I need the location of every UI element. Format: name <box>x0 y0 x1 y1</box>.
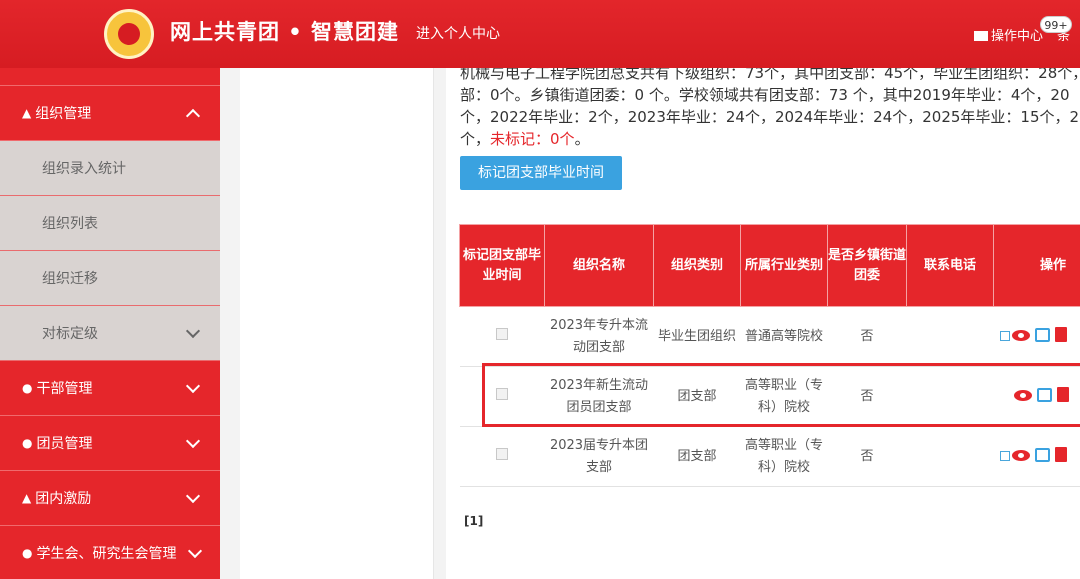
highlight-box <box>482 363 1080 427</box>
notification-badge: 99+ <box>1040 16 1072 33</box>
summary-suffix: 。 <box>574 130 590 148</box>
delete-trash-icon[interactable] <box>1054 326 1067 342</box>
cell-org-name: 2023届专升本团支部 <box>544 426 654 487</box>
org-tree-icon: ▲ <box>22 106 32 120</box>
col-header-graduation-mark: 标记团支部毕业时间 <box>459 224 545 307</box>
chevron-down-icon <box>185 323 201 339</box>
personal-center-link[interactable]: 进入个人中心 <box>416 23 500 43</box>
delete-trash-icon[interactable] <box>1054 446 1067 462</box>
users-icon: ● <box>22 546 33 560</box>
col-header-org-category: 组织类别 <box>653 224 741 307</box>
sidebar-item-label: 干部管理 <box>36 381 93 397</box>
sidebar-item-label: 学生会、研究生会管理 <box>36 546 177 562</box>
ops-center-label: 操作中心 <box>991 29 1044 44</box>
mail-icon <box>974 31 988 41</box>
row-checkbox[interactable] <box>496 447 508 460</box>
sidebar-subitem-label: 组织迁移 <box>42 271 98 287</box>
org-table: 标记团支部毕业时间 组织名称 组织类别 所属行业类别 是否乡镇街道团委 联系电话… <box>459 224 1080 487</box>
org-summary: 机械与电子工程学院团总支共有下级组织：73个，其中团支部：45个，毕业生团组织：… <box>460 68 1080 150</box>
chevron-up-icon <box>185 108 201 124</box>
summary-prefix: 个， <box>460 130 491 148</box>
middle-panel <box>240 68 434 579</box>
cell-township: 否 <box>827 426 907 487</box>
table-header-row: 标记团支部毕业时间 组织名称 组织类别 所属行业类别 是否乡镇街道团委 联系电话… <box>459 224 1080 307</box>
sidebar-item-student-union[interactable]: ● 学生会、研究生会管理 <box>0 526 220 579</box>
sidebar-subitem-org-entry-stats[interactable]: 组织录入统计 <box>0 141 220 196</box>
calendar-icon[interactable] <box>999 330 1010 341</box>
summary-line: 个，未标记：0个。 <box>460 128 1080 150</box>
col-header-township: 是否乡镇街道团委 <box>827 224 907 307</box>
users-icon: ● <box>22 436 33 450</box>
chevron-down-icon <box>187 543 203 559</box>
sidebar-subitem-benchmark-grading[interactable]: 对标定级 <box>0 306 220 361</box>
cell-actions <box>993 306 1080 367</box>
sidebar-item-org-management[interactable]: ▲ 组织管理 <box>0 86 220 141</box>
cell-org-category: 团支部 <box>653 426 741 487</box>
sidebar-item-label: 组织管理 <box>35 106 92 122</box>
summary-line: 部：0个。乡镇街道团委：0 个。学校领域共有团支部：73 个，其中2019年毕业… <box>460 86 1070 104</box>
table-row: 2023年专升本流动团支部 毕业生团组织 普通高等院校 否 <box>459 306 1080 367</box>
sidebar-top-strip <box>0 68 220 86</box>
league-logo <box>104 9 154 59</box>
col-header-org-name: 组织名称 <box>544 224 654 307</box>
summary-line: 个，2022年毕业：2个，2023年毕业：24个，2024年毕业：24个，202… <box>460 108 1080 126</box>
col-header-actions: 操作 <box>993 224 1080 307</box>
cell-phone <box>906 306 994 367</box>
cell-industry: 普通高等院校 <box>740 306 828 367</box>
cell-org-name: 2023年专升本流动团支部 <box>544 306 654 367</box>
sidebar-subitem-label: 对标定级 <box>42 326 98 342</box>
sidebar-item-label: 团内激励 <box>35 491 92 507</box>
unmarked-count: 未标记：0个 <box>490 130 575 148</box>
users-icon: ● <box>22 381 33 395</box>
summary-line: 机械与电子工程学院团总支共有下级组织：73个，其中团支部：45个，毕业生团组织：… <box>460 68 1080 82</box>
col-header-industry: 所属行业类别 <box>740 224 828 307</box>
table-row: 2023届专升本团支部 团支部 高等职业（专科）院校 否 <box>459 426 1080 487</box>
row-checkbox[interactable] <box>496 327 508 340</box>
calendar-icon[interactable] <box>999 450 1010 461</box>
sidebar-subitem-org-migration[interactable]: 组织迁移 <box>0 251 220 306</box>
main-content: 机械与电子工程学院团总支共有下级组织：73个，其中团支部：45个，毕业生团组织：… <box>446 68 1080 579</box>
cell-industry: 高等职业（专科）院校 <box>740 426 828 487</box>
cell-org-category: 毕业生团组织 <box>653 306 741 367</box>
sidebar-item-cadre-management[interactable]: ● 干部管理 <box>0 361 220 416</box>
sidebar-item-incentives[interactable]: ▲ 团内激励 <box>0 471 220 526</box>
site-brand: 网上共青团 • 智慧团建 <box>170 20 400 44</box>
sidebar-subitem-label: 组织列表 <box>42 216 98 232</box>
org-tree-icon: ▲ <box>22 491 32 505</box>
sidebar-item-member-management[interactable]: ● 团员管理 <box>0 416 220 471</box>
sidebar-subitem-label: 组织录入统计 <box>42 161 126 177</box>
col-header-phone: 联系电话 <box>906 224 994 307</box>
mark-graduation-time-button[interactable]: 标记团支部毕业时间 <box>460 156 622 190</box>
cell-phone <box>906 426 994 487</box>
sidebar-subitem-org-list[interactable]: 组织列表 <box>0 196 220 251</box>
pagination[interactable]: [1] <box>464 514 483 528</box>
sidebar: ▲ 组织管理 组织录入统计 组织列表 组织迁移 对标定级 ● 干部管理 ● 团员… <box>0 68 220 579</box>
cell-township: 否 <box>827 306 907 367</box>
chevron-down-icon <box>185 433 201 449</box>
edit-icon[interactable] <box>1034 327 1050 342</box>
chevron-down-icon <box>185 488 201 504</box>
view-eye-icon[interactable] <box>1011 449 1030 461</box>
cell-actions <box>993 426 1080 487</box>
edit-icon[interactable] <box>1034 447 1050 462</box>
sidebar-item-label: 团员管理 <box>36 436 93 452</box>
chevron-down-icon <box>185 378 201 394</box>
view-eye-icon[interactable] <box>1011 329 1030 341</box>
top-header: 网上共青团 • 智慧团建 进入个人中心 操作中心条 99+ <box>0 0 1080 68</box>
